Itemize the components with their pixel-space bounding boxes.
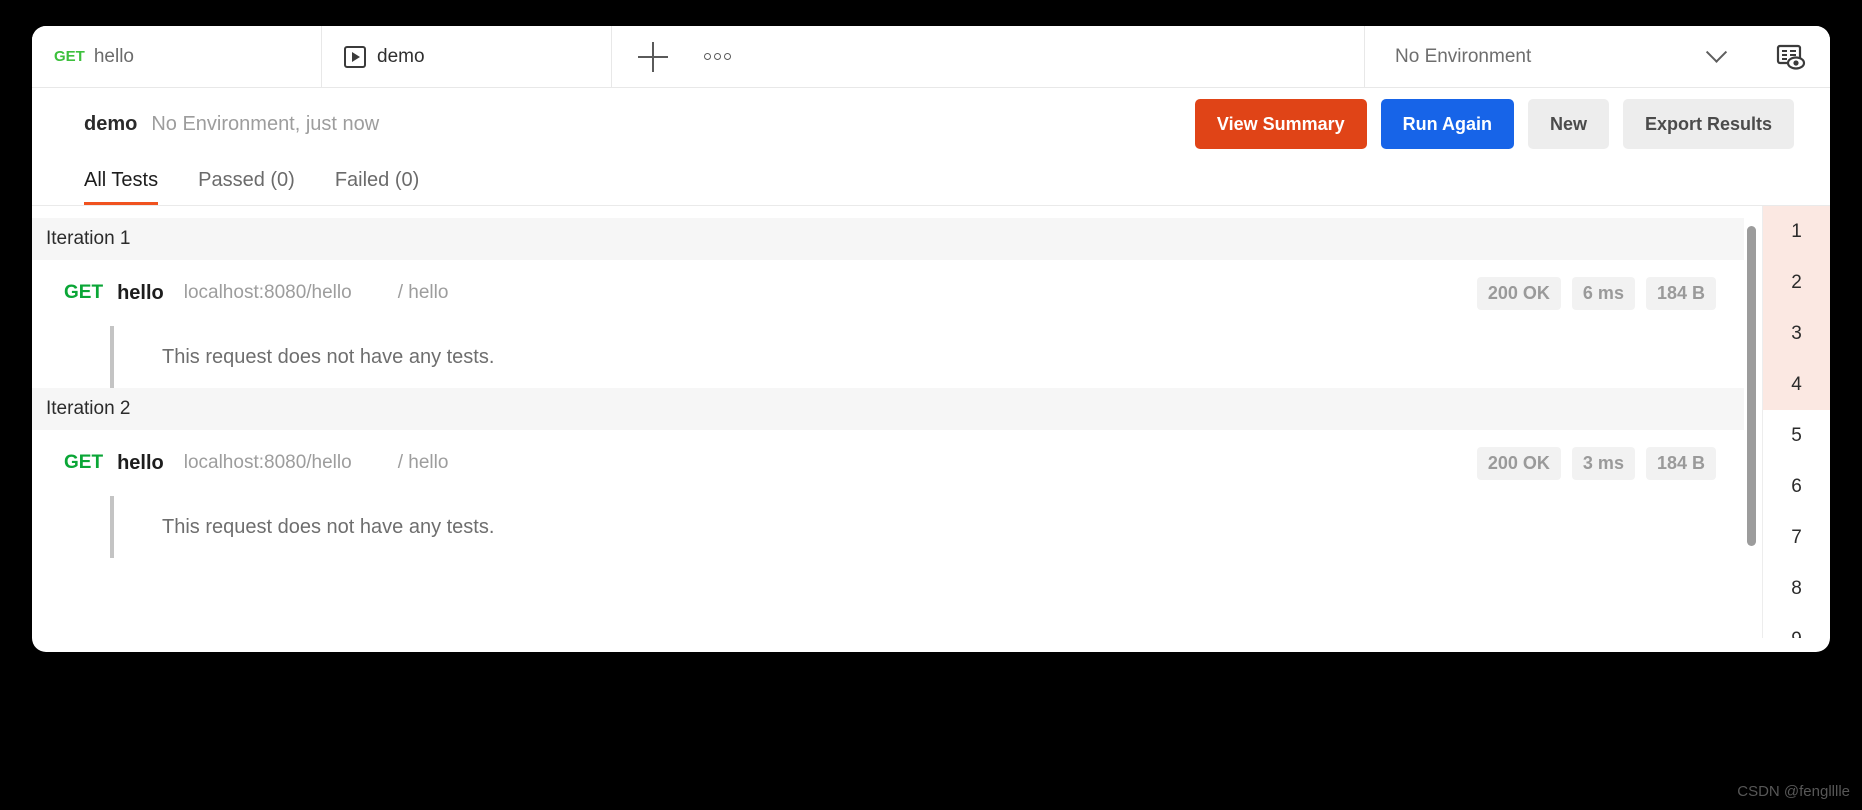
tab-request-hello[interactable]: GET hello — [32, 26, 322, 87]
no-tests-note: This request does not have any tests. — [110, 496, 1762, 558]
new-button[interactable]: New — [1527, 99, 1609, 149]
request-url: localhost:8080/hello — [183, 282, 352, 303]
no-tests-note: This request does not have any tests. — [110, 326, 1762, 388]
request-url: localhost:8080/hello — [183, 452, 352, 473]
tab-failed[interactable]: Failed (0) — [335, 169, 419, 205]
iteration-rail: 1 2 3 4 5 6 7 8 9 — [1762, 206, 1830, 638]
watermark: CSDN @fenglllle — [1737, 783, 1850, 800]
request-method: GET — [64, 452, 104, 473]
size-badge: 184 B — [1645, 446, 1716, 480]
tab-method-label: GET — [54, 48, 85, 65]
time-badge: 3 ms — [1571, 446, 1635, 480]
iteration-heading: Iteration 2 — [32, 388, 1744, 430]
request-path: / hello — [397, 282, 449, 303]
run-subtitle: No Environment, just now — [151, 112, 380, 135]
view-summary-button[interactable]: View Summary — [1194, 99, 1367, 149]
environment-selector[interactable]: No Environment — [1365, 26, 1750, 87]
status-badge: 200 OK — [1476, 446, 1561, 480]
tab-runner-label: demo — [377, 45, 425, 67]
run-title: demo — [84, 112, 138, 135]
tab-bar: GET hello demo No Environment — [32, 26, 1830, 88]
iteration-rail-item[interactable]: 3 — [1763, 308, 1830, 359]
request-method: GET — [64, 282, 104, 303]
request-path: / hello — [397, 452, 449, 473]
iteration-rail-item[interactable]: 9 — [1763, 614, 1830, 639]
tab-all-tests[interactable]: All Tests — [84, 169, 159, 205]
tab-actions — [612, 26, 1365, 87]
request-result-row[interactable]: GET hello localhost:8080/hello / hello 2… — [32, 430, 1762, 496]
results-area: Iteration 1 GET hello localhost:8080/hel… — [32, 206, 1830, 638]
run-header: demo No Environment, just now View Summa… — [32, 88, 1830, 160]
iteration-rail-item[interactable]: 5 — [1763, 410, 1830, 461]
response-badges: 200 OK 6 ms 184 B — [1476, 276, 1716, 310]
request-name: hello — [117, 451, 164, 474]
iteration-rail-item[interactable]: 8 — [1763, 563, 1830, 614]
tab-passed[interactable]: Passed (0) — [198, 169, 295, 205]
export-results-button[interactable]: Export Results — [1622, 99, 1794, 149]
status-badge: 200 OK — [1476, 276, 1561, 310]
tab-request-label: hello — [93, 45, 134, 67]
size-badge: 184 B — [1645, 276, 1716, 310]
iteration-rail-item[interactable]: 4 — [1763, 359, 1830, 410]
request-result-row[interactable]: GET hello localhost:8080/hello / hello 2… — [32, 260, 1762, 326]
ellipsis-icon[interactable] — [702, 47, 733, 66]
iteration-rail-item[interactable]: 7 — [1763, 512, 1830, 563]
environment-quick-look-icon[interactable] — [1750, 26, 1830, 87]
postman-window: GET hello demo No Environment demo No En… — [32, 26, 1830, 652]
response-badges: 200 OK 3 ms 184 B — [1476, 446, 1716, 480]
results-list: Iteration 1 GET hello localhost:8080/hel… — [32, 206, 1762, 638]
iteration-rail-item[interactable]: 2 — [1763, 257, 1830, 308]
test-filter-tabs: All Tests Passed (0) Failed (0) — [32, 160, 1830, 206]
environment-selector-value: No Environment — [1395, 45, 1532, 67]
time-badge: 6 ms — [1571, 276, 1635, 310]
iteration-rail-item[interactable]: 6 — [1763, 461, 1830, 512]
chevron-down-icon — [1705, 41, 1728, 63]
iteration-rail-item[interactable]: 1 — [1763, 206, 1830, 257]
play-square-icon — [344, 45, 366, 68]
tab-runner-demo[interactable]: demo — [322, 26, 612, 87]
request-name: hello — [117, 281, 164, 304]
iteration-heading: Iteration 1 — [32, 218, 1744, 260]
results-scrollbar[interactable] — [1747, 226, 1756, 546]
run-again-button[interactable]: Run Again — [1380, 99, 1514, 149]
plus-icon[interactable] — [638, 41, 668, 72]
